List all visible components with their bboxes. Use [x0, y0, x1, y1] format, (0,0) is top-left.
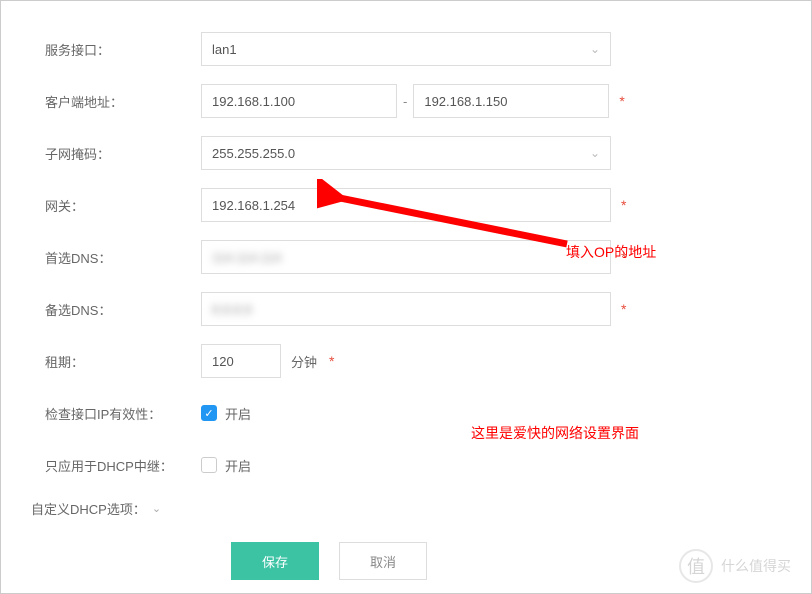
range-dash: -: [403, 94, 407, 109]
field-gateway: *: [201, 188, 811, 222]
label-client-address: 客户端地址：: [1, 92, 201, 111]
input-client-end[interactable]: [413, 84, 609, 118]
required-mark: *: [621, 197, 626, 213]
field-subnet-mask: 255.255.255.0 ⌄: [201, 136, 811, 170]
annotation-note: 这里是爱快的网络设置界面: [471, 423, 639, 443]
field-client-address: - *: [201, 84, 811, 118]
watermark: 值 什么值得买: [679, 549, 791, 583]
custom-dhcp-label: 自定义DHCP选项：: [31, 499, 146, 518]
dhcp-settings-form: 服务接口： lan1 ⌄ 客户端地址： - * 子网掩码： 255.255.25…: [1, 1, 811, 580]
select-value: lan1: [212, 42, 237, 57]
row-client-address: 客户端地址： - *: [1, 83, 811, 119]
row-secondary-dns: 备选DNS： 8.8.8.8 *: [1, 291, 811, 327]
cancel-button[interactable]: 取消: [339, 542, 427, 580]
row-service-interface: 服务接口： lan1 ⌄: [1, 31, 811, 67]
label-dhcp-relay: 只应用于DHCP中继：: [1, 456, 201, 475]
field-check-validity: ✓ 开启: [201, 404, 811, 423]
input-lease[interactable]: [201, 344, 281, 378]
watermark-logo: 值: [679, 549, 713, 583]
label-check-validity: 检查接口IP有效性：: [1, 404, 201, 423]
save-button[interactable]: 保存: [231, 542, 319, 580]
watermark-text: 什么值得买: [721, 556, 791, 576]
label-service-interface: 服务接口：: [1, 40, 201, 59]
field-primary-dns: 114.114.114 *: [201, 240, 811, 274]
field-dhcp-relay: 开启: [201, 456, 811, 475]
select-service-interface[interactable]: lan1 ⌄: [201, 32, 611, 66]
required-mark: *: [329, 353, 334, 369]
checkbox-wrap-validity: ✓ 开启: [201, 404, 251, 423]
blurred-text: 8.8.8.8: [212, 302, 252, 317]
lease-unit: 分钟: [291, 352, 317, 371]
chevron-down-icon: ⌄: [152, 502, 161, 515]
required-mark: *: [619, 93, 624, 109]
input-primary-dns[interactable]: 114.114.114: [201, 240, 611, 274]
checkbox-wrap-relay: 开启: [201, 456, 251, 475]
row-check-validity: 检查接口IP有效性： ✓ 开启: [1, 395, 811, 431]
checkbox-dhcp-relay[interactable]: [201, 457, 217, 473]
row-lease: 租期： 分钟 *: [1, 343, 811, 379]
select-subnet-mask[interactable]: 255.255.255.0 ⌄: [201, 136, 611, 170]
required-mark: *: [621, 301, 626, 317]
chevron-down-icon: ⌄: [590, 42, 600, 56]
label-primary-dns: 首选DNS：: [1, 248, 201, 267]
label-gateway: 网关：: [1, 196, 201, 215]
input-secondary-dns[interactable]: 8.8.8.8: [201, 292, 611, 326]
row-gateway: 网关： *: [1, 187, 811, 223]
custom-dhcp-toggle[interactable]: 自定义DHCP选项： ⌄: [1, 499, 811, 518]
input-client-start[interactable]: [201, 84, 397, 118]
chevron-down-icon: ⌄: [590, 146, 600, 160]
checkbox-label: 开启: [225, 456, 251, 475]
label-secondary-dns: 备选DNS：: [1, 300, 201, 319]
field-service-interface: lan1 ⌄: [201, 32, 811, 66]
annotation-arrow-text: 填入OP的地址: [566, 242, 656, 262]
label-lease: 租期：: [1, 352, 201, 371]
select-value: 255.255.255.0: [212, 146, 295, 161]
field-secondary-dns: 8.8.8.8 *: [201, 292, 811, 326]
row-subnet-mask: 子网掩码： 255.255.255.0 ⌄: [1, 135, 811, 171]
input-gateway[interactable]: [201, 188, 611, 222]
field-lease: 分钟 *: [201, 344, 811, 378]
label-subnet-mask: 子网掩码：: [1, 144, 201, 163]
checkbox-check-validity[interactable]: ✓: [201, 405, 217, 421]
row-dhcp-relay: 只应用于DHCP中继： 开启: [1, 447, 811, 483]
checkbox-label: 开启: [225, 404, 251, 423]
blurred-text: 114.114.114: [212, 250, 281, 265]
row-primary-dns: 首选DNS： 114.114.114 *: [1, 239, 811, 275]
